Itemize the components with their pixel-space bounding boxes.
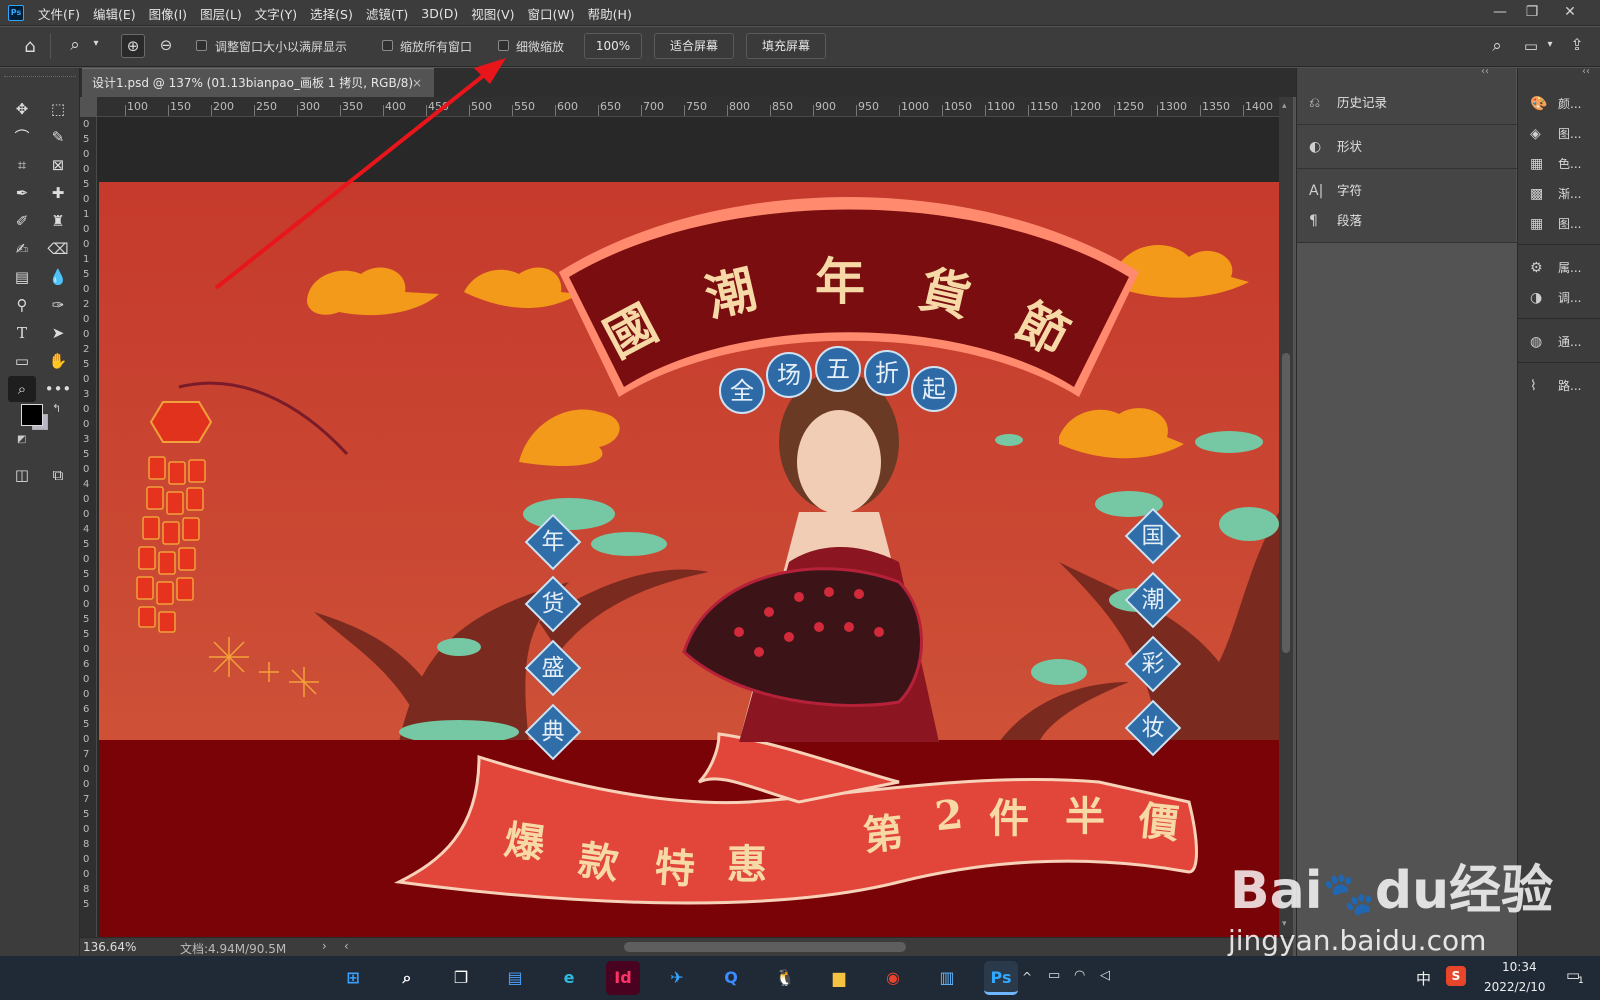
vertical-scroll-thumb[interactable]	[1282, 353, 1290, 653]
dock-adjustments[interactable]: ◑ 调...	[1518, 284, 1600, 312]
channels-icon: ◍	[1530, 334, 1543, 350]
dock-label: 颜...	[1558, 97, 1582, 111]
history-panel-group: ‹‹ ⎌ 历史记录 ◐ 形状 A| 字符 ¶ 段落	[1296, 66, 1517, 956]
document-size: 文档:4.94M/90.5M	[180, 942, 287, 956]
panel-shapes[interactable]: ◐ 形状	[1297, 132, 1517, 162]
sogou-icon[interactable]: S	[1446, 966, 1466, 986]
dock-patterns[interactable]: ▦ 图...	[1518, 210, 1600, 238]
divider	[1518, 318, 1600, 319]
panel-label: 形状	[1337, 139, 1363, 154]
properties-icon: ⚙	[1530, 260, 1543, 276]
zoom-level[interactable]: 136.64%	[83, 940, 136, 954]
ime-indicator[interactable]: 中	[1416, 968, 1431, 989]
qq-icon[interactable]: 🐧	[768, 961, 802, 995]
dock-label: 图...	[1558, 217, 1582, 231]
collapse-dock-icon[interactable]: ‹‹	[1582, 66, 1590, 77]
adjustments-icon: ◑	[1530, 290, 1543, 306]
dock-paths[interactable]: ⌇ 路...	[1518, 372, 1600, 400]
panel-paragraph[interactable]: ¶ 段落	[1297, 206, 1517, 236]
indesign-icon[interactable]: Id	[606, 961, 640, 995]
clock-time[interactable]: 10:34	[1502, 960, 1537, 974]
patterns-icon: ▦	[1530, 216, 1544, 232]
status-menu-icon[interactable]: ›	[322, 939, 327, 953]
panel-label: 字符	[1337, 183, 1363, 198]
explorer-icon[interactable]: ▆	[822, 961, 856, 995]
edge-icon[interactable]: e	[552, 961, 586, 995]
start-icon[interactable]: ⊞	[336, 961, 370, 995]
dock-gradients[interactable]: ▩ 渐...	[1518, 180, 1600, 208]
dock-label: 渐...	[1558, 187, 1582, 201]
dock-label: 调...	[1558, 291, 1582, 305]
history-icon: ⎌	[1309, 95, 1321, 111]
divider	[1518, 362, 1600, 363]
watermark-cn: 经验	[1449, 860, 1554, 921]
swatches-icon: ▦	[1530, 156, 1544, 172]
paths-icon: ⌇	[1530, 378, 1537, 394]
widgets-icon[interactable]: ▤	[498, 961, 532, 995]
notepad-icon[interactable]: ▥	[930, 961, 964, 995]
dock-swatches[interactable]: ▦ 色...	[1518, 150, 1600, 178]
dock-label: 路...	[1558, 379, 1582, 393]
right-panel-dock: ‹‹ 🎨 颜... ◈ 图... ▦ 色... ▩ 渐... ▦ 图... ⚙ 属... ◑…	[1517, 66, 1600, 956]
dock-channels[interactable]: ◍ 通...	[1518, 328, 1600, 356]
watermark-du: du	[1374, 861, 1450, 921]
search-icon[interactable]: ⌕	[390, 961, 424, 995]
dock-color[interactable]: 🎨 颜...	[1518, 90, 1600, 118]
layers-icon: ◈	[1530, 126, 1541, 142]
dock-properties[interactable]: ⚙ 属...	[1518, 254, 1600, 282]
paw-icon: 🐾	[1322, 869, 1375, 918]
paragraph-icon: ¶	[1309, 213, 1318, 229]
shape-icon: ◐	[1309, 139, 1322, 155]
divider	[1297, 124, 1517, 125]
dock-label: 色...	[1558, 157, 1582, 171]
palette-icon: 🎨	[1530, 96, 1548, 112]
wifi-icon[interactable]: ◠	[1074, 968, 1085, 983]
tray-overflow-icon[interactable]: ^	[1022, 970, 1032, 984]
clock-date[interactable]: 2022/2/10	[1484, 980, 1546, 994]
dock-label: 图...	[1558, 127, 1582, 141]
dock-label: 属...	[1558, 261, 1582, 275]
chrome-icon[interactable]: ◉	[876, 961, 910, 995]
gradient-icon: ▩	[1530, 186, 1544, 202]
quark-icon[interactable]: Q	[714, 961, 748, 995]
watermark-bai: Bai	[1230, 861, 1323, 921]
battery-icon[interactable]: ▭	[1048, 968, 1060, 983]
dock-label: 通...	[1558, 335, 1582, 349]
character-icon: A|	[1309, 183, 1324, 199]
dock-layers[interactable]: ◈ 图...	[1518, 120, 1600, 148]
panel-label: 历史记录	[1337, 95, 1388, 110]
task-view-icon[interactable]: ❐	[444, 961, 478, 995]
horizontal-scroll-thumb[interactable]	[624, 942, 906, 952]
panel-history[interactable]: ⎌ 历史记录	[1297, 88, 1517, 118]
panel-label: 段落	[1337, 213, 1363, 228]
watermark-brand: Bai🐾du经验	[1230, 848, 1553, 923]
divider	[1518, 244, 1600, 245]
volume-icon[interactable]: ◁	[1100, 968, 1110, 983]
photoshop-icon[interactable]: Ps	[984, 961, 1018, 995]
vertical-scrollbar[interactable]: ▴ ▾	[1279, 97, 1293, 937]
notification-count: 1	[1578, 976, 1584, 986]
collapse-panel-icon[interactable]: ‹‹	[1481, 66, 1489, 77]
scroll-left-icon[interactable]: ‹	[344, 939, 349, 953]
feishu-icon[interactable]: ✈	[660, 961, 694, 995]
scroll-up-icon[interactable]: ▴	[1282, 101, 1287, 111]
status-bar: 136.64% 文档:4.94M/90.5M › ‹	[80, 937, 1293, 956]
divider	[1297, 168, 1517, 169]
panel-character[interactable]: A| 字符	[1297, 176, 1517, 206]
watermark-url: jingyan.baidu.com	[1228, 924, 1487, 957]
